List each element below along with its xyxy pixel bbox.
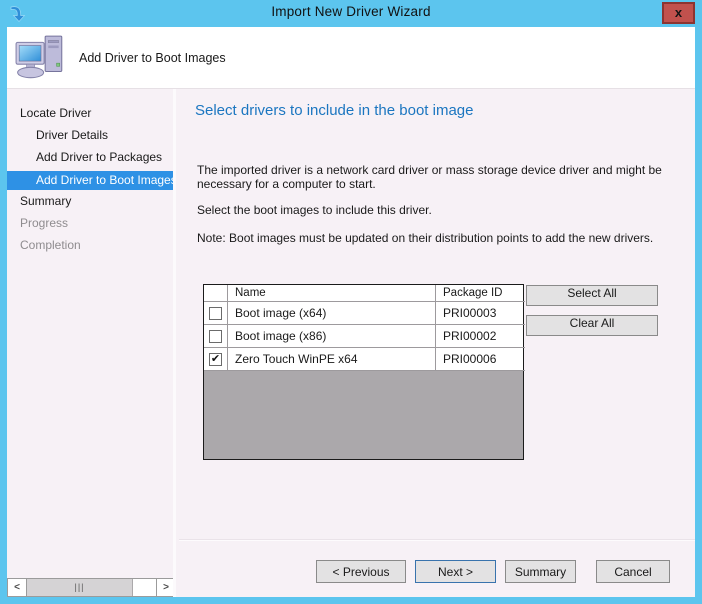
description-line-2: Select the boot images to include this d… <box>197 203 697 217</box>
step-progress: Progress <box>7 213 173 235</box>
row-checkbox[interactable]: ✔ <box>209 353 222 366</box>
table-header-row: Name Package ID <box>204 285 523 302</box>
table-header-name: Name <box>228 285 436 302</box>
row-name: Zero Touch WinPE x64 <box>228 348 436 371</box>
step-completion: Completion <box>7 235 173 257</box>
wizard-header: Add Driver to Boot Images <box>7 27 695 89</box>
wizard-steps-list: Locate Driver Driver Details Add Driver … <box>7 103 173 257</box>
import-new-driver-wizard-window: Import New Driver Wizard x Add Driver to… <box>0 0 702 604</box>
computer-icon <box>14 32 68 86</box>
titlebar: Import New Driver Wizard x <box>0 0 702 27</box>
select-all-button[interactable]: Select All <box>526 285 658 306</box>
wizard-step-title: Add Driver to Boot Images <box>79 51 226 65</box>
scrollbar-thumb[interactable]: ||| <box>27 579 133 596</box>
previous-button[interactable]: < Previous <box>316 560 406 583</box>
table-row[interactable]: ✔ Zero Touch WinPE x64 PRI00006 <box>204 348 523 371</box>
footer-divider <box>179 539 695 541</box>
table-header-package-id: Package ID <box>436 285 525 302</box>
row-checkbox[interactable] <box>209 307 222 320</box>
sidebar-horizontal-scrollbar[interactable]: < ||| > <box>7 578 176 597</box>
cancel-button[interactable]: Cancel <box>596 560 670 583</box>
scrollbar-left-arrow[interactable]: < <box>8 579 27 596</box>
row-name: Boot image (x86) <box>228 325 436 348</box>
table-empty-area <box>204 371 523 459</box>
table-row[interactable]: Boot image (x64) PRI00003 <box>204 302 523 325</box>
description-line-1: The imported driver is a network card dr… <box>197 163 697 191</box>
table-header-checkbox-col <box>204 285 228 302</box>
scrollbar-track[interactable] <box>133 579 156 596</box>
boot-images-table: Name Package ID Boot image (x64) PRI0000… <box>203 284 524 460</box>
clear-all-button[interactable]: Clear All <box>526 315 658 336</box>
row-package-id: PRI00006 <box>436 348 525 371</box>
step-add-driver-to-boot-images[interactable]: Add Driver to Boot Images <box>7 171 173 190</box>
step-locate-driver[interactable]: Locate Driver <box>7 103 173 125</box>
wizard-page: Select drivers to include in the boot im… <box>179 89 695 597</box>
scrollbar-grip-icon: ||| <box>74 583 84 592</box>
row-package-id: PRI00003 <box>436 302 525 325</box>
table-row[interactable]: Boot image (x86) PRI00002 <box>204 325 523 348</box>
page-heading: Select drivers to include in the boot im… <box>195 102 474 119</box>
next-button[interactable]: Next > <box>415 560 496 583</box>
scrollbar-right-arrow[interactable]: > <box>156 579 175 596</box>
window-title: Import New Driver Wizard <box>0 4 702 19</box>
page-description: The imported driver is a network card dr… <box>197 163 697 245</box>
step-driver-details[interactable]: Driver Details <box>7 125 173 147</box>
summary-button[interactable]: Summary <box>505 560 576 583</box>
close-button[interactable]: x <box>662 2 695 24</box>
row-checkbox[interactable] <box>209 330 222 343</box>
step-add-driver-to-packages[interactable]: Add Driver to Packages <box>7 147 173 169</box>
step-summary[interactable]: Summary <box>7 191 173 213</box>
description-note: Note: Boot images must be updated on the… <box>197 231 697 245</box>
row-name: Boot image (x64) <box>228 302 436 325</box>
wizard-steps-sidebar: Locate Driver Driver Details Add Driver … <box>7 89 176 597</box>
wizard-body: Locate Driver Driver Details Add Driver … <box>7 89 695 597</box>
row-package-id: PRI00002 <box>436 325 525 348</box>
